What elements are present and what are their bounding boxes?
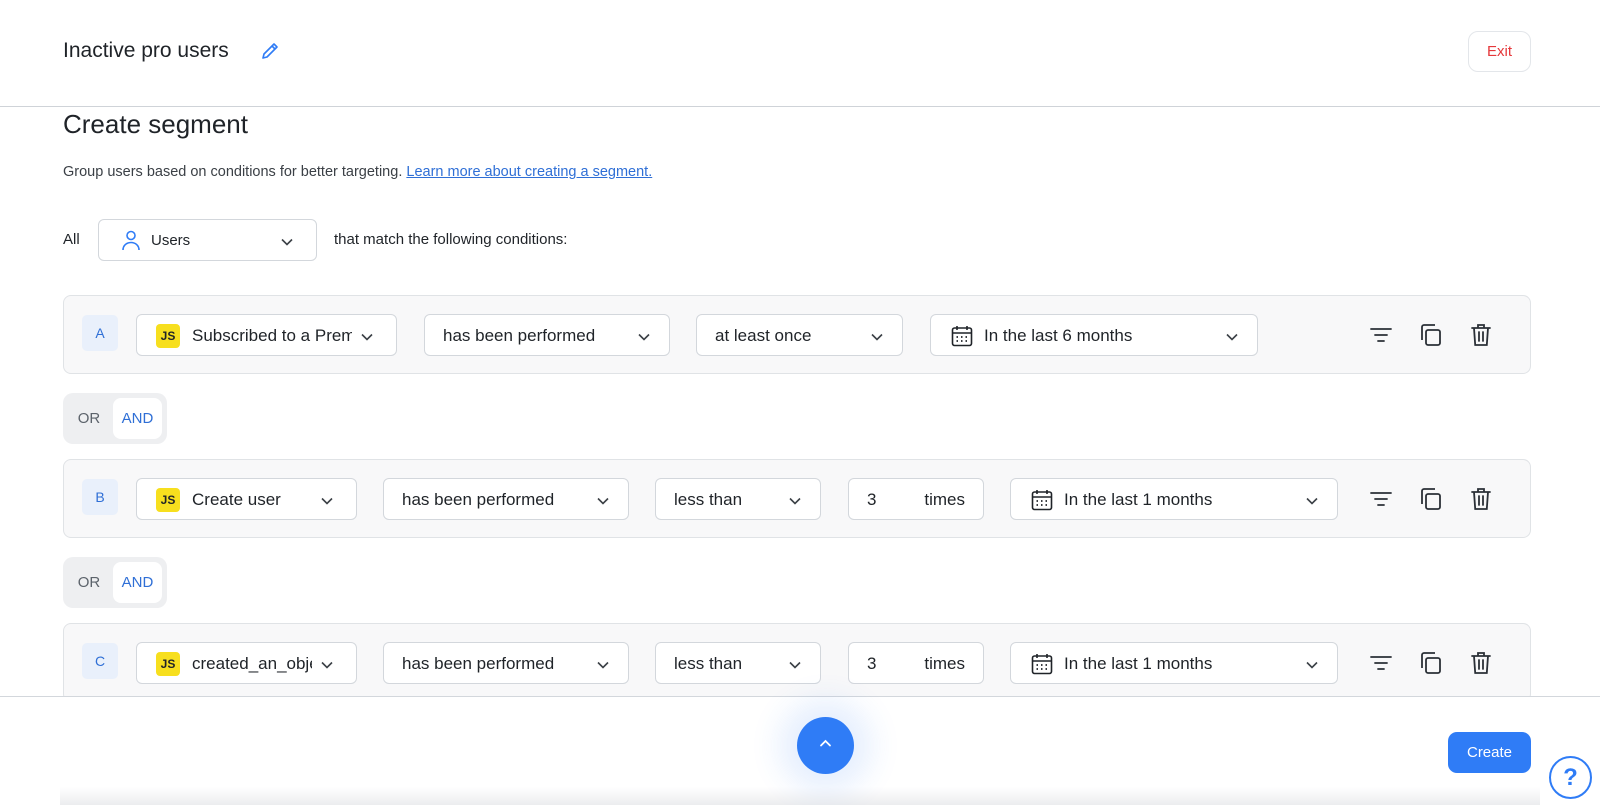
chevron-down-icon (280, 234, 294, 252)
and-toggle[interactable]: AND (113, 398, 162, 439)
timeframe-select-value: In the last 1 months (1064, 490, 1213, 509)
operator-select-value: has been performed (402, 490, 555, 509)
entity-row: All Users that match the following condi… (63, 219, 763, 261)
exit-button[interactable]: Exit (1468, 31, 1531, 72)
calendar-icon (950, 324, 974, 348)
timeframe-select[interactable]: In the last 1 months (1010, 478, 1338, 520)
footer-shadow (60, 787, 1540, 805)
chevron-down-icon (788, 657, 802, 675)
event-select-value: Subscribed to a Premium (192, 326, 352, 345)
chevron-down-icon (596, 493, 610, 511)
chevron-down-icon (637, 329, 651, 347)
copy-icon[interactable] (1416, 484, 1446, 514)
condition-letter: A (82, 315, 118, 351)
match-label: that match the following conditions: (334, 231, 568, 248)
operator-select-value: has been performed (402, 654, 555, 673)
create-button[interactable]: Create (1448, 732, 1531, 773)
js-badge-icon: JS (156, 488, 180, 512)
operator-select[interactable]: has been performed (383, 642, 629, 684)
chevron-down-icon (360, 329, 374, 347)
event-select-value: Create user (192, 490, 281, 509)
description-text: Group users based on conditions for bett… (63, 164, 403, 180)
count-value: 3 (867, 490, 877, 509)
timeframe-select-value: In the last 6 months (984, 326, 1133, 345)
count-unit: times (924, 490, 965, 509)
frequency-select[interactable]: at least once (696, 314, 903, 356)
event-select[interactable]: JS Create user (136, 478, 357, 520)
calendar-icon (1030, 488, 1054, 512)
copy-icon[interactable] (1416, 320, 1446, 350)
chevron-down-icon (788, 493, 802, 511)
segment-name: Inactive pro users (63, 39, 229, 62)
trash-icon[interactable] (1466, 648, 1496, 678)
pencil-icon[interactable] (260, 41, 280, 61)
frequency-select[interactable]: less than (655, 642, 821, 684)
condition-actions (1366, 484, 1506, 514)
operator-select[interactable]: has been performed (383, 478, 629, 520)
chevron-down-icon (1305, 657, 1319, 675)
page-description: Group users based on conditions for bett… (63, 164, 652, 180)
calendar-icon (1030, 652, 1054, 676)
timeframe-select-value: In the last 1 months (1064, 654, 1213, 673)
event-select[interactable]: JS Subscribed to a Premium (136, 314, 397, 356)
event-select[interactable]: JS created_an_object (136, 642, 357, 684)
event-select-value: created_an_object (192, 654, 312, 673)
condition-letter: B (82, 479, 118, 515)
frequency-select[interactable]: less than (655, 478, 821, 520)
scroll-to-top-button[interactable] (797, 717, 854, 774)
chevron-down-icon (870, 329, 884, 347)
page-title: Create segment (63, 109, 248, 139)
count-input[interactable]: 3 times (848, 478, 984, 520)
chevron-down-icon (320, 657, 334, 675)
trash-icon[interactable] (1466, 484, 1496, 514)
trash-icon[interactable] (1466, 320, 1496, 350)
page-header: Inactive pro users Exit (0, 0, 1600, 107)
and-toggle[interactable]: AND (113, 562, 162, 603)
condition-row-b: B JS Create user has been performed less… (63, 459, 1531, 538)
or-toggle[interactable]: OR (69, 562, 109, 603)
or-toggle[interactable]: OR (69, 398, 109, 439)
condition-row-c: C JS created_an_object has been performe… (63, 623, 1531, 702)
operator-select-value: has been performed (443, 326, 596, 345)
logic-toggle-1: OR AND (63, 393, 167, 444)
copy-icon[interactable] (1416, 648, 1446, 678)
chevron-down-icon (320, 493, 334, 511)
count-input[interactable]: 3 times (848, 642, 984, 684)
timeframe-select[interactable]: In the last 1 months (1010, 642, 1338, 684)
user-icon (119, 228, 143, 252)
condition-actions (1366, 320, 1506, 350)
js-badge-icon: JS (156, 324, 180, 348)
filter-icon[interactable] (1366, 484, 1396, 514)
learn-more-link[interactable]: Learn more about creating a segment. (406, 164, 652, 180)
operator-select[interactable]: has been performed (424, 314, 670, 356)
condition-letter: C (82, 643, 118, 679)
filter-icon[interactable] (1366, 320, 1396, 350)
entity-select-value: Users (151, 232, 191, 249)
condition-actions (1366, 648, 1506, 678)
entity-select[interactable]: Users (98, 219, 317, 261)
all-label: All (63, 231, 80, 248)
js-badge-icon: JS (156, 652, 180, 676)
condition-row-a: A JS Subscribed to a Premium has been pe… (63, 295, 1531, 374)
frequency-select-value: less than (674, 490, 743, 509)
frequency-select-value: less than (674, 654, 743, 673)
help-icon[interactable]: ? (1549, 756, 1592, 799)
timeframe-select[interactable]: In the last 6 months (930, 314, 1258, 356)
chevron-down-icon (1225, 329, 1239, 347)
frequency-select-value: at least once (715, 326, 812, 345)
chevron-down-icon (1305, 493, 1319, 511)
filter-icon[interactable] (1366, 648, 1396, 678)
chevron-down-icon (596, 657, 610, 675)
count-unit: times (924, 654, 965, 673)
logic-toggle-2: OR AND (63, 557, 167, 608)
count-value: 3 (867, 654, 877, 673)
